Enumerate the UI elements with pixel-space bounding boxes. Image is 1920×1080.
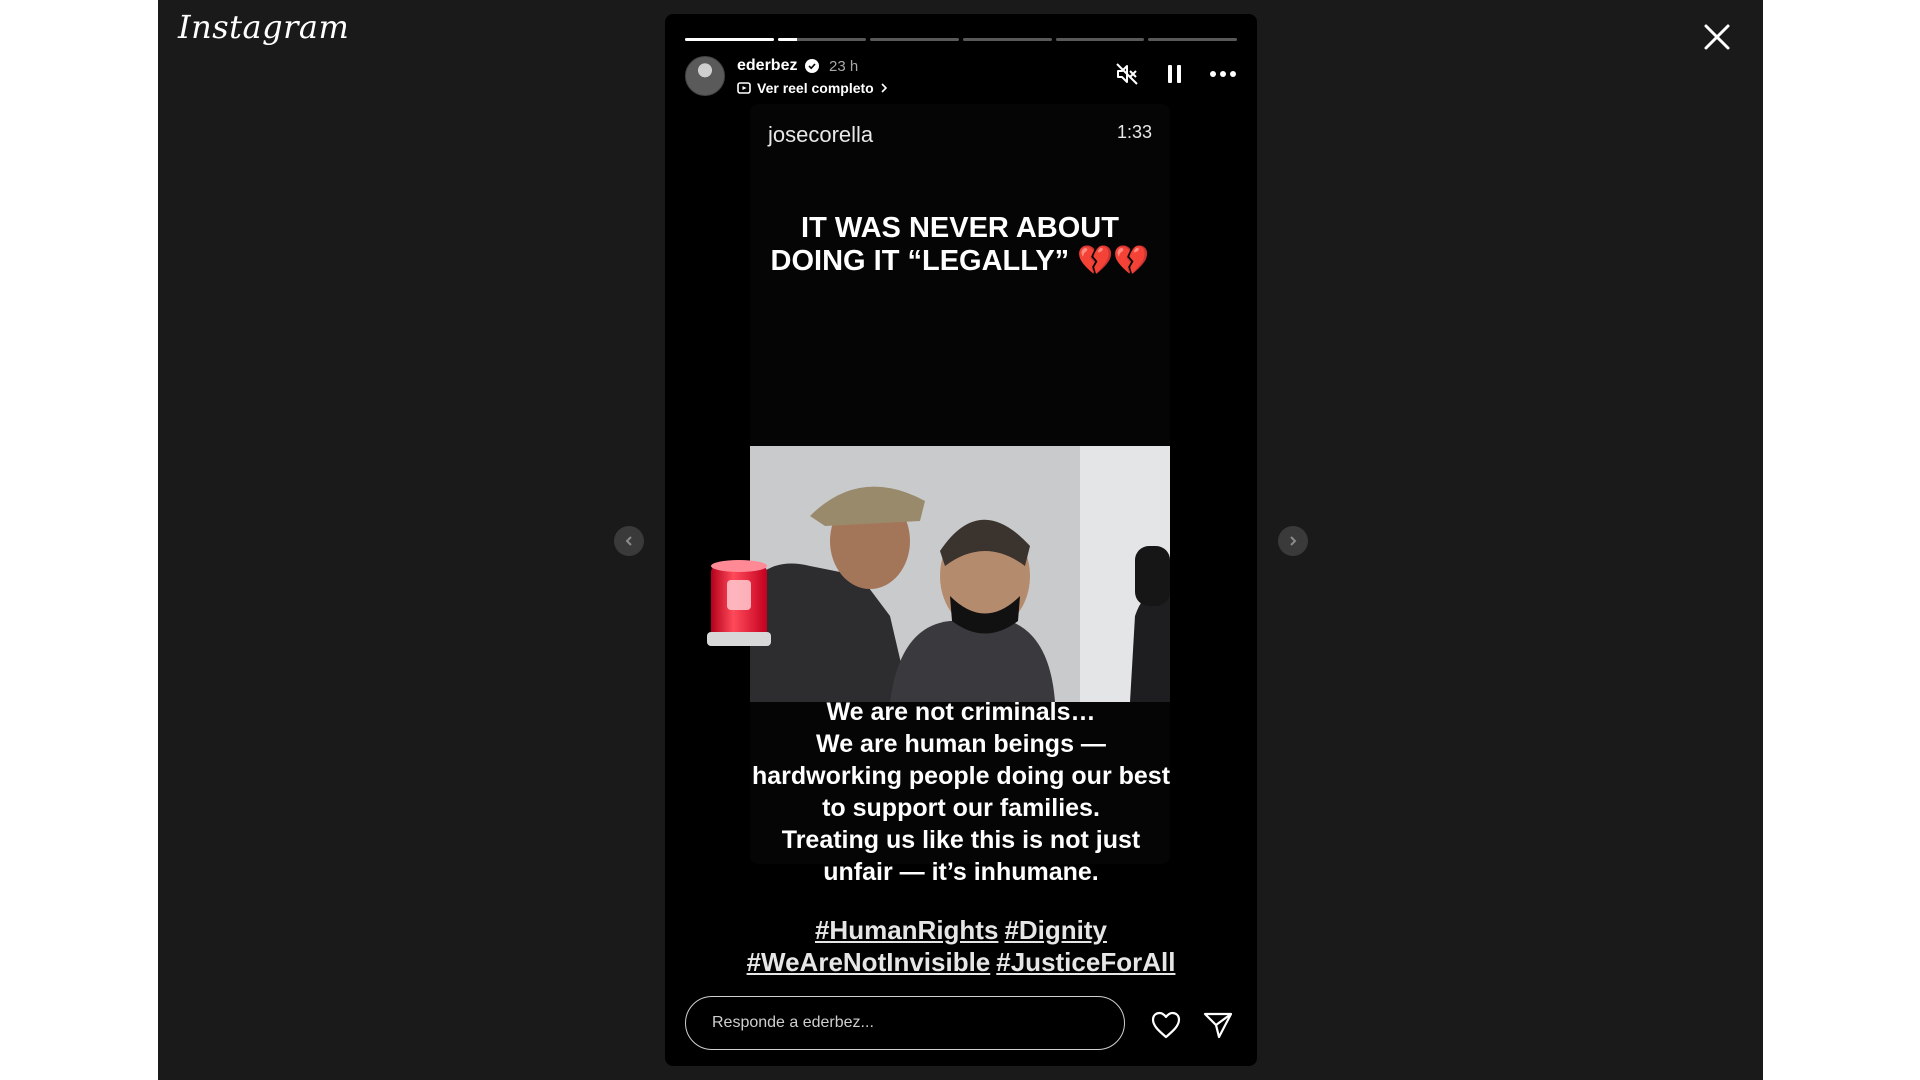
story-caption: We are not criminals… We are human beings… — [725, 696, 1197, 888]
heart-icon[interactable] — [1149, 1008, 1183, 1042]
view-full-reel-label: Ver reel completo — [757, 80, 874, 96]
story-header: ederbez 23 h Ver reel completo — [685, 56, 1237, 100]
chevron-left-icon — [625, 536, 632, 546]
verified-badge-icon — [805, 59, 819, 73]
caption-line: to support our families. — [822, 794, 1100, 822]
progress-segment — [1148, 38, 1238, 41]
story-timestamp: 23 h — [829, 58, 859, 75]
reel-icon — [737, 82, 751, 94]
story-username[interactable]: ederbez — [737, 57, 797, 75]
caption-line: We are not criminals… — [826, 698, 1096, 726]
caption-line: Treating us like this is not just — [781, 826, 1141, 854]
caption-line: We are human beings — — [816, 730, 1106, 758]
chevron-right-icon — [881, 83, 887, 93]
siren-sticker[interactable] — [705, 558, 773, 650]
hashtag-row: #HumanRights #Dignity — [665, 914, 1257, 946]
next-story-button[interactable] — [1278, 526, 1308, 556]
story-progress-bar — [685, 38, 1238, 41]
progress-segment — [963, 38, 1052, 41]
pause-icon[interactable] — [1161, 60, 1189, 88]
hashtag-row: #WeAreNotInvisible #JusticeForAll — [665, 946, 1257, 978]
story-hashtags: #HumanRights #Dignity #WeAreNotInvisible #J… — [665, 914, 1257, 978]
progress-segment — [685, 38, 774, 41]
speaker-muted-icon[interactable] — [1113, 60, 1141, 88]
hashtag-link[interactable]: #Dignity — [1004, 915, 1107, 945]
story-viewer[interactable]: ederbez 23 h Ver reel completo josecorel… — [665, 14, 1257, 1066]
progress-segment — [870, 38, 960, 41]
avatar[interactable] — [685, 56, 725, 96]
reply-input[interactable]: Responde a ederbez... — [685, 996, 1125, 1050]
video-frame-image — [750, 446, 1170, 702]
hashtag-link[interactable]: #HumanRights — [815, 915, 998, 945]
hashtag-link[interactable]: #WeAreNotInvisible — [747, 947, 991, 977]
more-options-icon[interactable] — [1209, 60, 1237, 88]
previous-story-button[interactable] — [614, 526, 644, 556]
close-icon[interactable] — [1700, 20, 1734, 54]
caption-line: hardworking people doing our best — [751, 762, 1171, 790]
progress-segment — [777, 38, 867, 41]
view-full-reel-link[interactable]: Ver reel completo — [737, 80, 888, 96]
hashtag-link[interactable]: #JusticeForAll — [996, 947, 1175, 977]
video-headline: IT WAS NEVER ABOUT DOING IT “LEGALLY” 💔💔 — [770, 212, 1150, 277]
chevron-right-icon — [1290, 536, 1297, 546]
caption-line: unfair — it’s inhumane. — [823, 858, 1099, 886]
progress-segment — [1055, 38, 1145, 41]
send-icon[interactable] — [1201, 1008, 1235, 1042]
instagram-logo[interactable]: Instagram — [178, 8, 349, 46]
video-username: josecorella — [768, 122, 874, 147]
video-duration: 1:33 — [1116, 122, 1152, 142]
